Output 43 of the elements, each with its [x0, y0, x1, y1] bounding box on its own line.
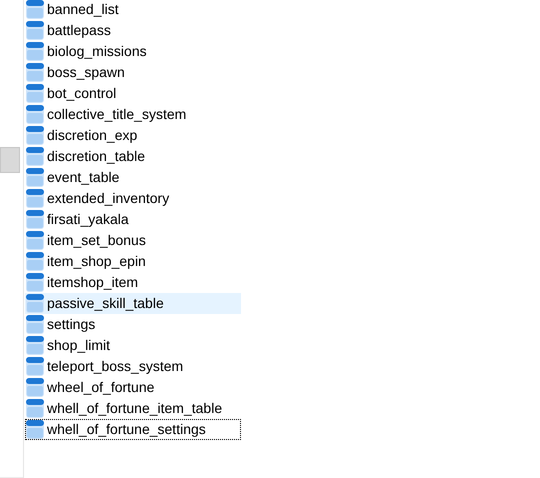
database-table-icon	[26, 357, 44, 376]
database-table-icon	[26, 105, 44, 124]
table-list-item[interactable]: discretion_table	[25, 146, 241, 167]
database-table-icon	[26, 189, 44, 208]
table-list-item[interactable]: firsati_yakala	[25, 209, 241, 230]
table-list-item[interactable]: discretion_exp	[25, 125, 241, 146]
database-table-icon	[26, 273, 44, 292]
database-table-icon	[26, 168, 44, 187]
database-table-icon	[26, 210, 44, 229]
table-list-item[interactable]: whell_of_fortune_settings	[25, 419, 241, 440]
table-list-item[interactable]: item_set_bonus	[25, 230, 241, 251]
database-table-icon	[26, 63, 44, 82]
table-list-item[interactable]: itemshop_item	[25, 272, 241, 293]
table-list-item[interactable]: biolog_missions	[25, 41, 241, 62]
table-list-item[interactable]: boss_spawn	[25, 62, 241, 83]
database-table-icon	[26, 42, 44, 61]
database-table-icon	[26, 399, 44, 418]
database-table-icon	[26, 378, 44, 397]
scrollbar-thumb[interactable]	[0, 147, 20, 173]
database-table-icon	[26, 420, 44, 439]
database-table-icon	[26, 21, 44, 40]
database-table-icon	[26, 294, 44, 313]
database-table-icon	[26, 315, 44, 334]
database-table-icon	[26, 231, 44, 250]
table-list-item[interactable]: teleport_boss_system	[25, 356, 241, 377]
database-table-icon	[26, 0, 44, 19]
table-list-item[interactable]: extended_inventory	[25, 188, 241, 209]
table-list-item[interactable]: settings	[25, 314, 241, 335]
database-table-icon	[26, 336, 44, 355]
table-list-item[interactable]: bot_control	[25, 83, 241, 104]
table-list-item[interactable]: event_table	[25, 167, 241, 188]
table-list-item[interactable]: collective_title_system	[25, 104, 241, 125]
database-table-icon	[26, 252, 44, 271]
table-list-item[interactable]: shop_limit	[25, 335, 241, 356]
table-list-item[interactable]: whell_of_fortune_item_table	[25, 398, 241, 419]
table-list-item[interactable]: wheel_of_fortune	[25, 377, 241, 398]
table-list-item[interactable]: banned_list	[25, 0, 241, 20]
database-table-icon	[26, 84, 44, 103]
table-list-item[interactable]: battlepass	[25, 20, 241, 41]
table-list-item[interactable]: passive_skill_table	[25, 293, 241, 314]
database-table-icon	[26, 126, 44, 145]
database-table-icon	[26, 147, 44, 166]
table-list-item[interactable]: item_shop_epin	[25, 251, 241, 272]
